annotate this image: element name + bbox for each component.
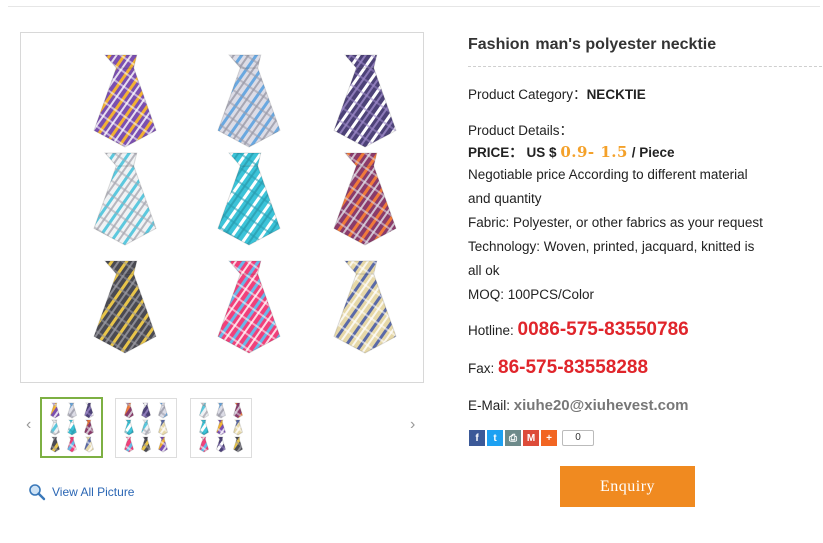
product-category-row: Product Category：NECKTIE (468, 83, 646, 103)
product-category-label: Product Category： (468, 87, 587, 102)
product-category-value: NECKTIE (586, 87, 646, 102)
neckties-grid-image (93, 54, 397, 354)
desc-line: Negotiable price According to different … (468, 167, 748, 182)
fax-label: Fax: (468, 361, 495, 376)
email-label: E-Mail: (468, 398, 511, 413)
thumb-prev-arrow[interactable]: ‹ (26, 417, 31, 433)
title-divider (468, 66, 822, 67)
desc-line: and quantity (468, 191, 542, 206)
price-label: PRICE： (468, 145, 523, 160)
enquiry-button[interactable]: Enquiry (560, 466, 695, 507)
price-value: 0.9- 1.5 (560, 143, 628, 161)
email-row: E-Mail: xiuhe20@xiuhevest.com (468, 397, 688, 414)
desc-line: Technology: Woven, printed, jacquard, kn… (468, 239, 755, 254)
gmail-icon[interactable]: M (523, 430, 539, 446)
desc-line: Fabric: Polyester, or other fabrics as y… (468, 215, 763, 230)
hotline-label: Hotline: (468, 323, 514, 338)
product-title-part1: Fashion (468, 36, 530, 53)
top-divider (8, 6, 820, 7)
print-icon[interactable]: ⎙ (505, 430, 521, 446)
magnifier-icon (29, 484, 46, 501)
price-currency: US $ (526, 145, 557, 160)
twitter-icon[interactable]: t (487, 430, 503, 446)
facebook-icon[interactable]: f (469, 430, 485, 446)
view-all-picture-link[interactable]: View All Picture (28, 483, 134, 501)
product-title: Fashion man's polyester necktie (468, 36, 716, 54)
email-value[interactable]: xiuhe20@xiuhevest.com (514, 397, 689, 414)
product-title-part2: man's polyester necktie (535, 36, 717, 53)
desc-line: all ok (468, 263, 500, 278)
view-all-picture-label: View All Picture (52, 485, 135, 499)
hotline-value: 0086-575-83550786 (517, 319, 689, 340)
fax-value: 86-575-83558288 (498, 357, 649, 378)
thumbnail-3[interactable] (190, 398, 252, 458)
share-count: 0 (562, 430, 594, 446)
product-details-label: Product Details： (468, 123, 574, 138)
hotline-row: Hotline: 0086-575-83550786 (468, 319, 689, 341)
thumb-next-arrow[interactable]: › (410, 417, 415, 433)
thumbnail-1[interactable] (40, 397, 103, 458)
main-product-image[interactable] (20, 32, 424, 383)
desc-line: MOQ: 100PCS/Color (468, 287, 595, 302)
plus-icon[interactable]: + (541, 430, 557, 446)
share-bar: f t ⎙ M + 0 (469, 430, 594, 446)
price-row: PRICE： US $ 0.9- 1.5 / Piece (468, 141, 675, 161)
fax-row: Fax: 86-575-83558288 (468, 357, 648, 379)
thumbnail-2[interactable] (115, 398, 177, 458)
price-unit: / Piece (631, 145, 675, 160)
